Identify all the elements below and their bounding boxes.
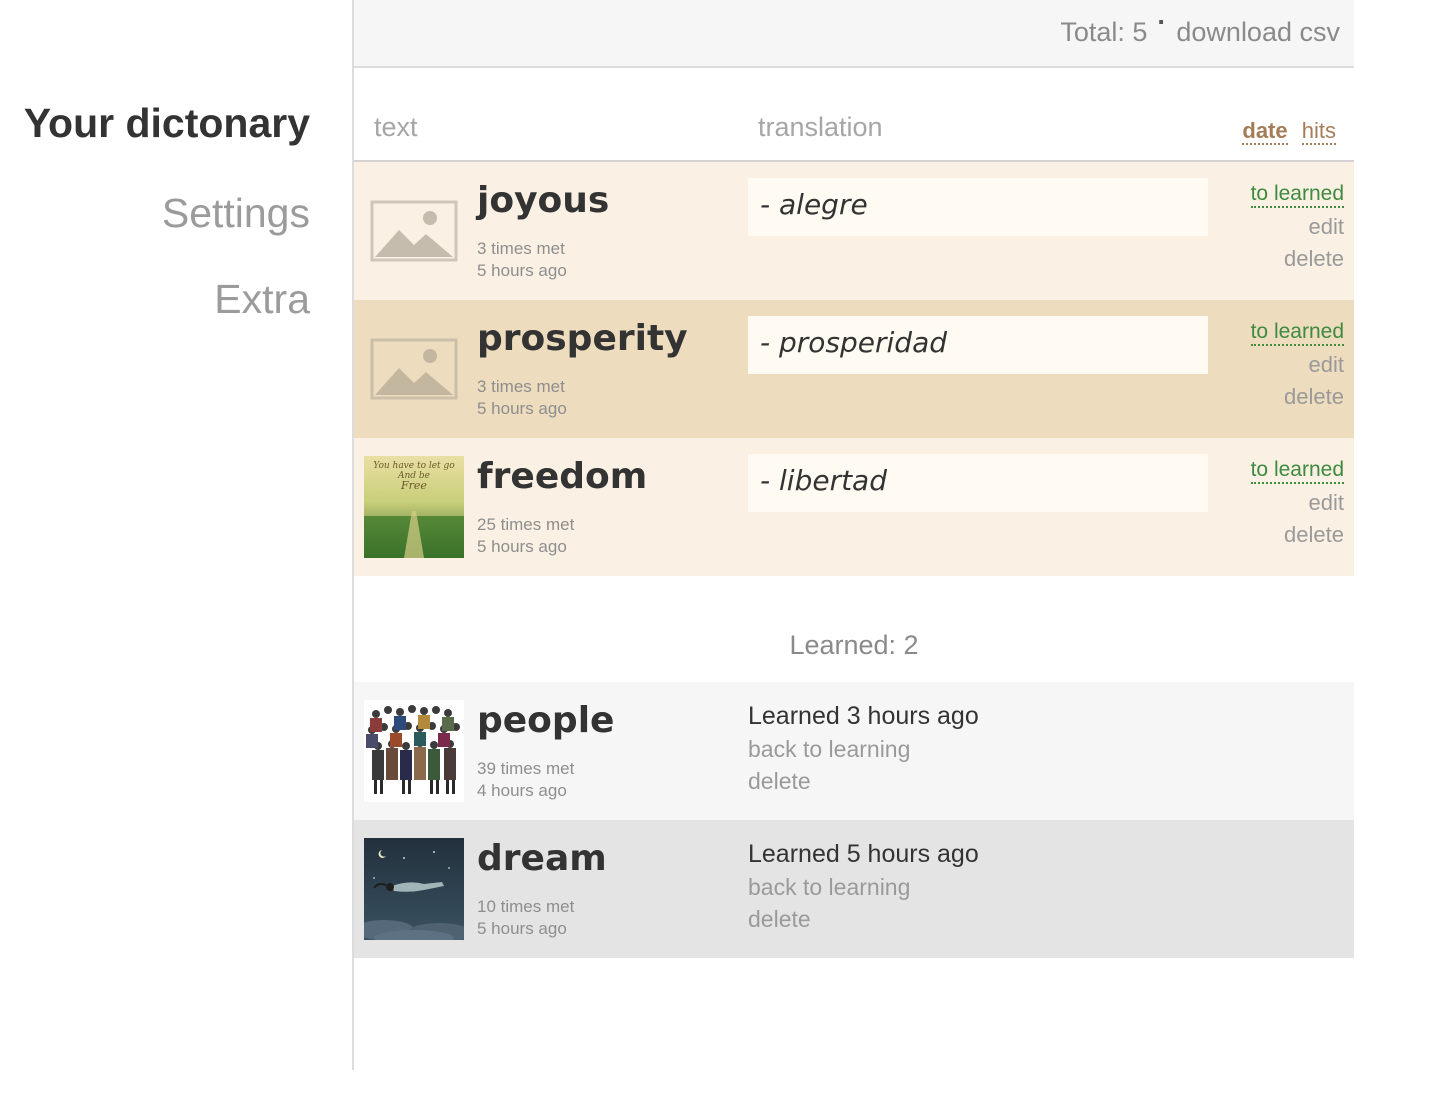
- svg-text:Free: Free: [400, 479, 427, 492]
- learned-when: Learned 3 hours ago: [748, 702, 979, 730]
- added-ago: 5 hours ago: [477, 261, 567, 280]
- svg-text:You have to let go: You have to let go: [373, 461, 455, 471]
- translation-text: - alegre: [760, 188, 868, 221]
- row-actions: to learned edit delete: [1250, 458, 1344, 548]
- to-learned-link[interactable]: to learned: [1250, 458, 1344, 484]
- added-ago: 5 hours ago: [477, 919, 567, 938]
- nav-extra[interactable]: Extra: [214, 276, 310, 323]
- added-ago: 4 hours ago: [477, 781, 567, 800]
- sort-by-date[interactable]: date: [1242, 118, 1288, 145]
- sort-by-hits[interactable]: hits: [1301, 118, 1336, 145]
- word-row: You have to let go And be Free freedom 2…: [354, 438, 1354, 576]
- summary: Total: 5 · download csv: [1060, 7, 1340, 48]
- translation-box[interactable]: - alegre: [748, 178, 1208, 236]
- times-met: 25 times met: [477, 515, 575, 534]
- main-content: Total: 5 · download csv text translation d…: [354, 0, 1354, 1070]
- learned-info: Learned 5 hours ago back to learning del…: [748, 840, 979, 932]
- sort-controls: date hits: [1234, 118, 1336, 145]
- night-sky-photo: [364, 838, 464, 940]
- placeholder-image-icon: [364, 318, 464, 420]
- download-csv-link[interactable]: download csv: [1176, 17, 1340, 47]
- delete-link[interactable]: delete: [1251, 522, 1344, 548]
- nav-settings[interactable]: Settings: [162, 190, 310, 237]
- delete-link[interactable]: delete: [748, 768, 979, 794]
- translation-box[interactable]: - prosperidad: [748, 316, 1208, 374]
- row-actions: to learned edit delete: [1250, 182, 1344, 272]
- edit-link[interactable]: edit: [1251, 214, 1344, 240]
- back-to-learning-link[interactable]: back to learning: [748, 874, 979, 900]
- word-meta: 39 times met 4 hours ago: [477, 758, 574, 802]
- column-header: text translation date hits: [354, 68, 1354, 162]
- delete-link[interactable]: delete: [748, 906, 979, 932]
- column-translation-header: translation: [758, 112, 883, 142]
- total-count: Total: 5: [1060, 17, 1148, 47]
- column-text-header: text: [374, 112, 418, 142]
- translation-text: - prosperidad: [760, 326, 948, 359]
- translation-box[interactable]: - libertad: [748, 454, 1208, 512]
- nav-your-dictionary[interactable]: Your dictonary: [24, 100, 310, 147]
- word-row: joyous 3 times met 5 hours ago - alegre …: [354, 162, 1354, 300]
- word-text: prosperity: [477, 318, 688, 359]
- word-meta: 3 times met 5 hours ago: [477, 238, 567, 282]
- word-meta: 10 times met 5 hours ago: [477, 896, 574, 940]
- word-meta: 3 times met 5 hours ago: [477, 376, 567, 420]
- learned-row: dream 10 times met 5 hours ago Learned 5…: [354, 820, 1354, 958]
- added-ago: 5 hours ago: [477, 537, 567, 556]
- edit-link[interactable]: edit: [1251, 352, 1344, 378]
- top-bar: Total: 5 · download csv: [354, 0, 1354, 68]
- times-met: 3 times met: [477, 377, 565, 396]
- sidebar: Your dictonary Settings Extra: [0, 0, 352, 1112]
- translation-text: - libertad: [760, 464, 887, 497]
- word-meta: 25 times met 5 hours ago: [477, 514, 574, 558]
- times-met: 10 times met: [477, 897, 575, 916]
- back-to-learning-link[interactable]: back to learning: [748, 736, 979, 762]
- freedom-photo: You have to let go And be Free: [364, 456, 464, 558]
- crowd-photo: [364, 700, 464, 802]
- row-actions: to learned edit delete: [1250, 320, 1344, 410]
- word-text: people: [477, 700, 615, 741]
- word-text: dream: [477, 838, 607, 879]
- learned-row: people 39 times met 4 hours ago Learned …: [354, 682, 1354, 820]
- times-met: 3 times met: [477, 239, 565, 258]
- word-text: freedom: [477, 456, 648, 497]
- times-met: 39 times met: [477, 759, 575, 778]
- delete-link[interactable]: delete: [1251, 246, 1344, 272]
- delete-link[interactable]: delete: [1251, 384, 1344, 410]
- learned-when: Learned 5 hours ago: [748, 840, 979, 868]
- to-learned-link[interactable]: to learned: [1250, 182, 1344, 208]
- learned-info: Learned 3 hours ago back to learning del…: [748, 702, 979, 794]
- learned-count: Learned: 2: [789, 630, 919, 660]
- added-ago: 5 hours ago: [477, 399, 567, 418]
- word-row: prosperity 3 times met 5 hours ago - pro…: [354, 300, 1354, 438]
- to-learned-link[interactable]: to learned: [1250, 320, 1344, 346]
- placeholder-image-icon: [364, 180, 464, 282]
- word-text: joyous: [477, 180, 610, 221]
- edit-link[interactable]: edit: [1251, 490, 1344, 516]
- separator-dot: ·: [1157, 7, 1167, 37]
